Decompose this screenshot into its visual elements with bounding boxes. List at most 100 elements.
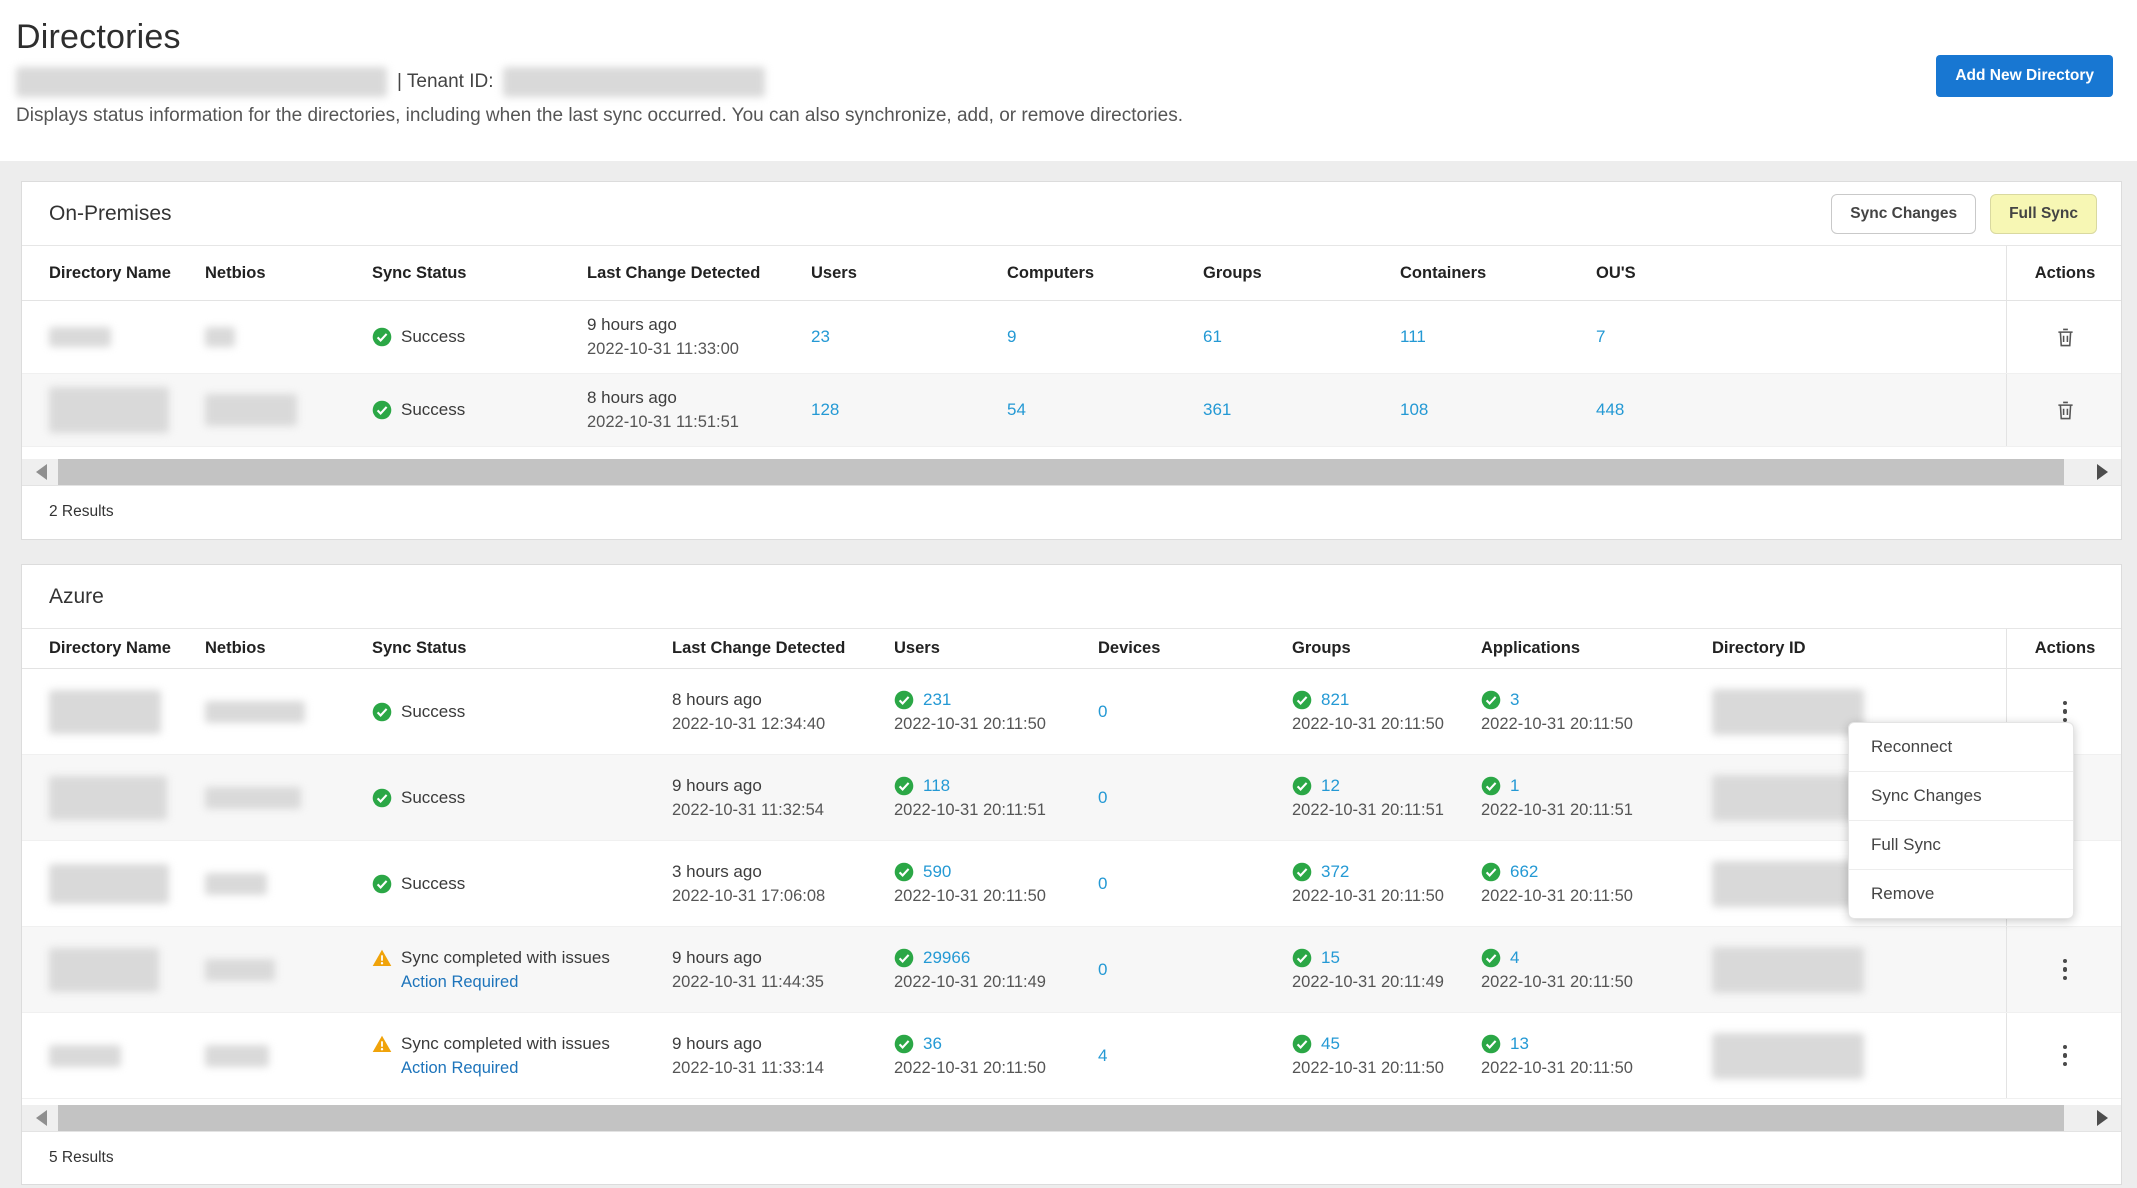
applications-count-link[interactable]: 3 bbox=[1510, 690, 1519, 710]
add-new-directory-button[interactable]: Add New Directory bbox=[1936, 55, 2113, 97]
groups-count-link[interactable]: 821 bbox=[1321, 690, 1349, 710]
menu-item-reconnect[interactable]: Reconnect bbox=[1849, 723, 2073, 772]
users-sync-time: 2022-10-31 20:11:50 bbox=[894, 887, 1098, 906]
devices-count-link[interactable]: 0 bbox=[1098, 960, 1292, 980]
column-header-groups: Groups bbox=[1292, 629, 1481, 668]
success-icon bbox=[894, 862, 914, 882]
action-required-link[interactable]: Action Required bbox=[401, 973, 672, 992]
redacted-tenant-id bbox=[503, 67, 765, 97]
trash-icon bbox=[2057, 401, 2074, 420]
azure-table-header: Directory Name Netbios Sync Status Last … bbox=[22, 629, 2121, 669]
users-count-link[interactable]: 23 bbox=[811, 327, 1007, 347]
table-row: Success 3 hours ago 2022-10-31 17:06:08 … bbox=[22, 841, 2121, 927]
devices-count-link[interactable]: 4 bbox=[1098, 1046, 1292, 1066]
last-change-relative: 9 hours ago bbox=[672, 1034, 894, 1054]
redacted-account-name bbox=[16, 67, 387, 97]
on-premises-table-header: Directory Name Netbios Sync Status Last … bbox=[22, 246, 2121, 301]
users-count-link[interactable]: 118 bbox=[923, 776, 950, 796]
devices-count-link[interactable]: 0 bbox=[1098, 702, 1292, 722]
users-count-link[interactable]: 128 bbox=[811, 400, 1007, 420]
success-icon bbox=[1481, 776, 1501, 796]
sync-changes-button[interactable]: Sync Changes bbox=[1831, 194, 1976, 234]
row-actions-menu-button[interactable] bbox=[2057, 1039, 2074, 1073]
sync-status-text: Success bbox=[401, 702, 465, 722]
column-header-directory-name: Directory Name bbox=[49, 629, 205, 668]
delete-directory-button[interactable] bbox=[2051, 322, 2080, 353]
devices-count-link[interactable]: 0 bbox=[1098, 874, 1292, 894]
table-row: Success 9 hours ago 2022-10-31 11:33:00 … bbox=[22, 301, 2121, 374]
table-row: Success 8 hours ago 2022-10-31 11:51:51 … bbox=[22, 374, 2121, 447]
azure-title: Azure bbox=[49, 585, 104, 609]
redacted-netbios bbox=[205, 787, 301, 809]
groups-count-link[interactable]: 45 bbox=[1321, 1034, 1340, 1054]
users-count-link[interactable]: 231 bbox=[923, 690, 951, 710]
page-header: Directories | Tenant ID: Displays status… bbox=[0, 0, 2137, 161]
last-change-time: 2022-10-31 11:33:00 bbox=[587, 340, 811, 359]
groups-count-link[interactable]: 361 bbox=[1203, 400, 1400, 420]
tenant-id-label: | Tenant ID: bbox=[397, 71, 493, 93]
menu-item-full-sync[interactable]: Full Sync bbox=[1849, 821, 2073, 870]
groups-count-link[interactable]: 15 bbox=[1321, 948, 1340, 968]
applications-count-link[interactable]: 13 bbox=[1510, 1034, 1529, 1054]
scroll-right-arrow-icon[interactable] bbox=[2097, 1110, 2108, 1126]
users-count-link[interactable]: 29966 bbox=[923, 948, 970, 968]
applications-count-link[interactable]: 662 bbox=[1510, 862, 1538, 882]
column-header-containers: Containers bbox=[1400, 246, 1596, 300]
devices-count-link[interactable]: 0 bbox=[1098, 788, 1292, 808]
applications-sync-time: 2022-10-31 20:11:50 bbox=[1481, 715, 1712, 734]
applications-sync-time: 2022-10-31 20:11:50 bbox=[1481, 887, 1712, 906]
page-description: Displays status information for the dire… bbox=[16, 105, 2115, 127]
column-header-sync-status: Sync Status bbox=[372, 246, 587, 300]
ous-count-link[interactable]: 7 bbox=[1596, 327, 2006, 347]
groups-count-link[interactable]: 61 bbox=[1203, 327, 1400, 347]
applications-count-link[interactable]: 1 bbox=[1510, 776, 1519, 796]
tenant-line: | Tenant ID: bbox=[16, 67, 2115, 97]
menu-item-remove[interactable]: Remove bbox=[1849, 870, 2073, 918]
kebab-menu-icon bbox=[2063, 701, 2068, 723]
groups-count-link[interactable]: 372 bbox=[1321, 862, 1349, 882]
computers-count-link[interactable]: 9 bbox=[1007, 327, 1203, 347]
column-header-devices: Devices bbox=[1098, 629, 1292, 668]
results-count: 5 Results bbox=[22, 1131, 2121, 1184]
containers-count-link[interactable]: 111 bbox=[1400, 327, 1596, 347]
delete-directory-button[interactable] bbox=[2051, 395, 2080, 426]
scrollbar-thumb[interactable] bbox=[58, 1105, 2064, 1131]
redacted-directory-name bbox=[49, 864, 169, 904]
ous-count-link[interactable]: 448 bbox=[1596, 400, 2006, 420]
last-change-time: 2022-10-31 12:34:40 bbox=[672, 715, 894, 734]
on-premises-actions: Sync Changes Full Sync bbox=[1831, 194, 2097, 234]
success-icon bbox=[1292, 948, 1312, 968]
users-sync-time: 2022-10-31 20:11:50 bbox=[894, 715, 1098, 734]
column-header-last-change: Last Change Detected bbox=[672, 629, 894, 668]
last-change-time: 2022-10-31 11:51:51 bbox=[587, 413, 811, 432]
last-change-time: 2022-10-31 17:06:08 bbox=[672, 887, 894, 906]
success-icon bbox=[1292, 776, 1312, 796]
full-sync-button[interactable]: Full Sync bbox=[1990, 194, 2097, 234]
groups-count-link[interactable]: 12 bbox=[1321, 776, 1340, 796]
last-change-time: 2022-10-31 11:33:14 bbox=[672, 1059, 894, 1078]
scroll-right-arrow-icon[interactable] bbox=[2097, 464, 2108, 480]
computers-count-link[interactable]: 54 bbox=[1007, 400, 1203, 420]
table-row: Sync completed with issues Action Requir… bbox=[22, 927, 2121, 1013]
row-actions-menu-button[interactable] bbox=[2057, 953, 2074, 987]
applications-count-link[interactable]: 4 bbox=[1510, 948, 1519, 968]
users-count-link[interactable]: 36 bbox=[923, 1034, 942, 1054]
success-icon bbox=[372, 874, 392, 894]
menu-item-sync-changes[interactable]: Sync Changes bbox=[1849, 772, 2073, 821]
groups-sync-time: 2022-10-31 20:11:50 bbox=[1292, 715, 1481, 734]
groups-sync-time: 2022-10-31 20:11:50 bbox=[1292, 1059, 1481, 1078]
groups-sync-time: 2022-10-31 20:11:49 bbox=[1292, 973, 1481, 992]
redacted-netbios bbox=[205, 327, 235, 347]
action-required-link[interactable]: Action Required bbox=[401, 1059, 672, 1078]
scroll-left-arrow-icon[interactable] bbox=[36, 1110, 47, 1126]
scroll-left-arrow-icon[interactable] bbox=[36, 464, 47, 480]
last-change-relative: 3 hours ago bbox=[672, 862, 894, 882]
column-header-applications: Applications bbox=[1481, 629, 1712, 668]
users-count-link[interactable]: 590 bbox=[923, 862, 951, 882]
success-icon bbox=[1292, 862, 1312, 882]
groups-sync-time: 2022-10-31 20:11:51 bbox=[1292, 801, 1481, 820]
sync-status-text: Sync completed with issues bbox=[401, 948, 610, 968]
containers-count-link[interactable]: 108 bbox=[1400, 400, 1596, 420]
success-icon bbox=[372, 400, 392, 420]
scrollbar-thumb[interactable] bbox=[58, 459, 2064, 485]
